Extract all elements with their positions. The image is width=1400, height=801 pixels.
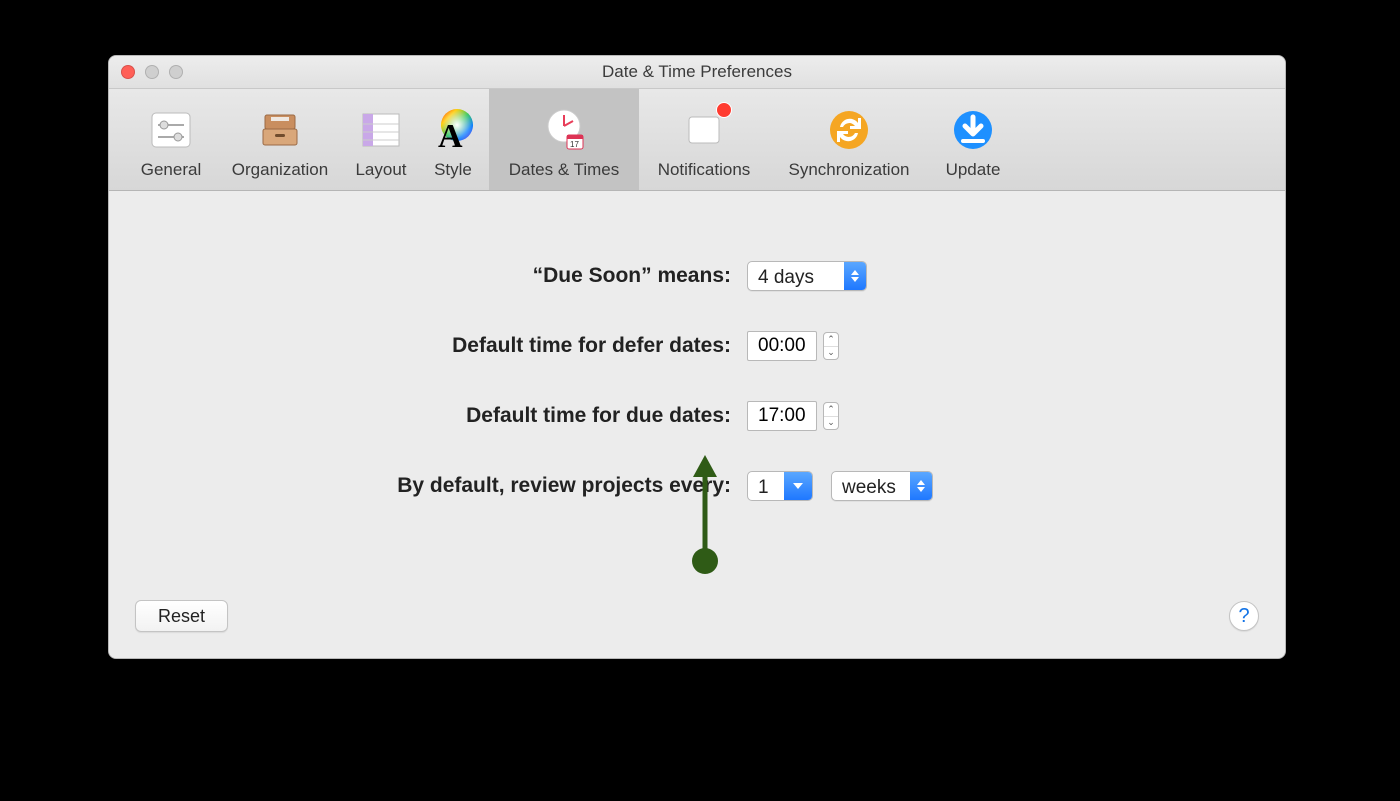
tab-synchronization[interactable]: Synchronization <box>769 89 929 190</box>
preferences-window: Date & Time Preferences General <box>108 55 1286 659</box>
row-defer-time: Default time for defer dates: 00:00 ⌃ ⌄ <box>109 331 1285 361</box>
defer-time-stepper[interactable]: ⌃ ⌄ <box>823 332 839 360</box>
tab-label: Notifications <box>658 160 751 180</box>
tab-label: Update <box>946 160 1001 180</box>
sync-icon <box>825 106 873 154</box>
svg-text:17: 17 <box>570 140 579 149</box>
stepper-down-icon[interactable]: ⌄ <box>824 347 838 360</box>
due-time-label: Default time for due dates: <box>109 404 731 428</box>
reset-button[interactable]: Reset <box>135 600 228 632</box>
svg-text:A: A <box>438 118 463 153</box>
due-time-field: 17:00 ⌃ ⌄ <box>747 401 839 431</box>
tab-label: General <box>141 160 201 180</box>
due-time-stepper[interactable]: ⌃ ⌄ <box>823 402 839 430</box>
tab-general[interactable]: General <box>127 89 215 190</box>
defer-time-input[interactable]: 00:00 <box>747 331 817 361</box>
due-soon-value: 4 days <box>748 262 844 290</box>
stepper-up-icon[interactable]: ⌃ <box>824 403 838 417</box>
help-button[interactable]: ? <box>1229 601 1259 631</box>
drawer-icon <box>256 106 304 154</box>
due-soon-select[interactable]: 4 days <box>747 261 867 291</box>
stepper-arrows-icon <box>844 262 866 290</box>
clock-calendar-icon: 17 <box>540 106 588 154</box>
tab-label: Synchronization <box>789 160 910 180</box>
review-label: By default, review projects every: <box>109 474 731 498</box>
tab-dates-times[interactable]: 17 Dates & Times <box>489 89 639 190</box>
chevron-down-icon <box>784 472 812 500</box>
tab-organization[interactable]: Organization <box>215 89 345 190</box>
stepper-up-icon[interactable]: ⌃ <box>824 333 838 347</box>
tab-label: Style <box>434 160 472 180</box>
review-count-combo[interactable]: 1 <box>747 471 813 501</box>
content-pane: “Due Soon” means: 4 days Default time fo… <box>109 191 1285 658</box>
tab-style[interactable]: A Style <box>417 89 489 190</box>
review-unit-select[interactable]: weeks <box>831 471 933 501</box>
due-time-input[interactable]: 17:00 <box>747 401 817 431</box>
sliders-icon <box>147 106 195 154</box>
review-count-value: 1 <box>748 472 784 500</box>
tab-notifications[interactable]: Notifications <box>639 89 769 190</box>
notification-badge <box>716 102 732 118</box>
style-icon: A <box>429 106 477 154</box>
zoom-button[interactable] <box>169 65 183 79</box>
tab-label: Layout <box>355 160 406 180</box>
tab-label: Organization <box>232 160 328 180</box>
review-unit-value: weeks <box>832 472 910 500</box>
download-icon <box>949 106 997 154</box>
tab-label: Dates & Times <box>509 160 620 180</box>
window-title: Date & Time Preferences <box>109 62 1285 82</box>
minimize-button[interactable] <box>145 65 159 79</box>
layout-icon <box>357 106 405 154</box>
due-soon-label: “Due Soon” means: <box>109 264 731 288</box>
footer: Reset ? <box>109 588 1285 658</box>
toolbar: General Organization <box>109 89 1285 191</box>
stepper-arrows-icon <box>910 472 932 500</box>
tab-layout[interactable]: Layout <box>345 89 417 190</box>
row-due-time: Default time for due dates: 17:00 ⌃ ⌄ <box>109 401 1285 431</box>
close-button[interactable] <box>121 65 135 79</box>
stepper-down-icon[interactable]: ⌄ <box>824 417 838 430</box>
defer-time-label: Default time for defer dates: <box>109 334 731 358</box>
tab-update[interactable]: Update <box>929 89 1017 190</box>
defer-time-field: 00:00 ⌃ ⌄ <box>747 331 839 361</box>
notifications-icon <box>680 106 728 154</box>
titlebar: Date & Time Preferences <box>109 56 1285 89</box>
row-review: By default, review projects every: 1 wee… <box>109 471 1285 501</box>
traffic-lights <box>109 65 183 79</box>
row-due-soon: “Due Soon” means: 4 days <box>109 261 1285 291</box>
